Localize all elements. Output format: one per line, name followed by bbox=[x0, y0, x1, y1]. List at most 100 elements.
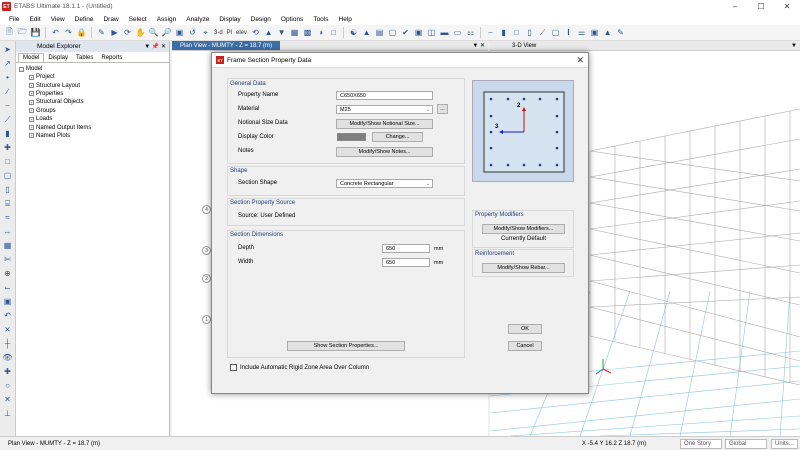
clear-selection-icon[interactable]: ⨯ bbox=[2, 324, 13, 335]
redo-icon[interactable]: ↷ bbox=[63, 27, 74, 38]
draw-column-strip-icon[interactable]: ▮ bbox=[2, 128, 13, 139]
concrete-design-icon[interactable]: ▣ bbox=[413, 27, 424, 38]
tab-model[interactable]: Model bbox=[18, 53, 45, 62]
draw-floor-icon[interactable]: □ bbox=[2, 156, 13, 167]
expand-icon[interactable]: + bbox=[29, 83, 34, 89]
slab-design-icon[interactable]: ⚏ bbox=[465, 27, 476, 38]
run-analysis-icon[interactable]: ▶ bbox=[109, 27, 120, 38]
units-button[interactable]: Units... bbox=[771, 438, 798, 449]
minimize-icon[interactable]: – bbox=[722, 0, 748, 13]
refresh-icon[interactable]: ⟳ bbox=[122, 27, 133, 38]
rotate-icon[interactable]: ⟲ bbox=[250, 27, 261, 38]
tree-node-loads[interactable]: + Loads bbox=[19, 115, 166, 123]
change-color-button[interactable]: Change... bbox=[372, 132, 423, 142]
steel-design-icon[interactable]: ◫ bbox=[426, 27, 437, 38]
tab-display[interactable]: Display bbox=[44, 54, 72, 62]
draw-rect-floor-icon[interactable]: ▢ bbox=[2, 170, 13, 181]
expand-icon[interactable]: + bbox=[29, 74, 34, 80]
expand-icon[interactable]: + bbox=[29, 91, 34, 97]
section-designer-icon[interactable]: ▢ bbox=[387, 27, 398, 38]
coordinate-system-select[interactable]: Global bbox=[725, 438, 767, 449]
maximize-icon[interactable]: ☐ bbox=[748, 0, 774, 13]
section-shape-select[interactable]: Concrete Rectangular ⌄ bbox=[336, 179, 433, 188]
display-options-icon[interactable]: ◑ bbox=[315, 27, 326, 38]
expand-icon[interactable]: + bbox=[29, 108, 34, 114]
menu-design[interactable]: Design bbox=[246, 16, 276, 23]
ok-button[interactable]: OK bbox=[508, 324, 542, 334]
open-file-icon[interactable]: 🗁 bbox=[17, 27, 28, 38]
tree-node-structural-objects[interactable]: + Structural Objects bbox=[19, 98, 166, 106]
tree-node-project[interactable]: + Project bbox=[19, 73, 166, 81]
expand-icon[interactable]: + bbox=[29, 125, 34, 131]
menu-select[interactable]: Select bbox=[124, 16, 152, 23]
tab-tables[interactable]: Tables bbox=[72, 54, 97, 62]
property-name-input[interactable]: C650X650 bbox=[336, 91, 433, 100]
material-ellipsis-button[interactable]: ... bbox=[437, 104, 448, 114]
elevation-view-button[interactable]: elev bbox=[235, 27, 248, 38]
menu-analyze[interactable]: Analyze bbox=[181, 16, 214, 23]
tree-node-named-plots[interactable]: + Named Plots bbox=[19, 132, 166, 140]
tree-node-model[interactable]: – Model bbox=[19, 65, 166, 73]
zoom-in-icon[interactable]: 🔍 bbox=[148, 27, 159, 38]
menu-draw[interactable]: Draw bbox=[98, 16, 123, 23]
draw-beam-strip-icon[interactable]: ⎯ bbox=[2, 100, 13, 111]
menu-options[interactable]: Options bbox=[276, 16, 308, 23]
rigid-zone-checkbox[interactable] bbox=[230, 364, 237, 371]
move-up-icon[interactable]: ▲ bbox=[263, 27, 274, 38]
tree-node-structure-layout[interactable]: + Structure Layout bbox=[19, 81, 166, 89]
modify-modifiers-button[interactable]: Modify/Show Modifiers... bbox=[482, 224, 565, 234]
show-undeformed-icon[interactable]: □ bbox=[328, 27, 339, 38]
select-pointer-icon[interactable]: ➤ bbox=[2, 44, 13, 55]
line-color-icon[interactable]: ✎ bbox=[615, 27, 626, 38]
undo-icon[interactable]: ↶ bbox=[50, 27, 61, 38]
panel-dropdown-icon[interactable]: ▼ bbox=[472, 43, 478, 49]
draw-link-icon[interactable]: ⌸ bbox=[2, 198, 13, 209]
expand-icon[interactable]: + bbox=[29, 133, 34, 139]
check-design-icon[interactable]: ✔ bbox=[400, 27, 411, 38]
notional-size-button[interactable]: Modify/Show Notional Size... bbox=[336, 119, 433, 129]
get-previous-selection-icon[interactable]: ↶ bbox=[2, 310, 13, 321]
snap-perpendicular-icon[interactable]: ⊥ bbox=[2, 408, 13, 419]
move-down-icon[interactable]: ▼ bbox=[276, 27, 287, 38]
tree-node-properties[interactable]: + Properties bbox=[19, 90, 166, 98]
zoom-window-icon[interactable]: ▣ bbox=[174, 27, 185, 38]
draw-frame-icon[interactable]: ∕ bbox=[2, 86, 13, 97]
close-icon[interactable]: ✕ bbox=[576, 55, 584, 66]
select-all-icon[interactable]: ▣ bbox=[2, 296, 13, 307]
draw-section-cut-icon[interactable]: ✄ bbox=[2, 254, 13, 265]
draw-reference-point-icon[interactable]: ⊕ bbox=[2, 268, 13, 279]
shear-wall-icon[interactable]: ▬ bbox=[439, 27, 450, 38]
draw-column-icon[interactable]: ▮ bbox=[498, 27, 509, 38]
notes-button[interactable]: Modify/Show Notes... bbox=[336, 147, 433, 157]
show-section-properties-button[interactable]: Show Section Properties... bbox=[287, 341, 405, 351]
reshape-pointer-icon[interactable]: ↗ bbox=[2, 58, 13, 69]
draw-wall-strip-icon[interactable]: ▯ bbox=[2, 184, 13, 195]
panel-dropdown-icon[interactable]: ▼ bbox=[144, 44, 150, 50]
tab-reports[interactable]: Reports bbox=[97, 54, 126, 62]
pan-icon[interactable]: ✋ bbox=[135, 27, 146, 38]
set-display-icon[interactable]: ▩ bbox=[302, 27, 313, 38]
width-input[interactable]: 650 bbox=[382, 258, 430, 267]
menu-view[interactable]: View bbox=[46, 16, 70, 23]
composite-icon[interactable]: ▭ bbox=[452, 27, 463, 38]
object-shrink-icon[interactable]: ▦ bbox=[289, 27, 300, 38]
zoom-fit-icon[interactable]: ⌖ bbox=[200, 27, 211, 38]
collapse-icon[interactable]: – bbox=[19, 66, 24, 72]
plan-view-tab[interactable]: Plan View - MUMTY - Z = 18.7 (m) bbox=[172, 41, 280, 50]
draw-beam-icon[interactable]: ⎯ bbox=[485, 27, 496, 38]
menu-display[interactable]: Display bbox=[214, 16, 245, 23]
text-tool-icon[interactable]: I bbox=[563, 27, 574, 38]
snap-points-icon[interactable]: ✚ bbox=[2, 366, 13, 377]
draw-joint-icon[interactable]: • bbox=[2, 72, 13, 83]
snap-options-icon[interactable]: ⌙ bbox=[2, 282, 13, 293]
pin-icon[interactable]: 📌 bbox=[152, 44, 159, 50]
draw-dimension-icon[interactable]: ↔ bbox=[2, 226, 13, 237]
pencil-icon[interactable]: ✎ bbox=[96, 27, 107, 38]
three-d-view-tab[interactable]: 3-D View bbox=[504, 41, 545, 50]
draw-brace-icon[interactable]: ⟋ bbox=[537, 27, 548, 38]
menu-assign[interactable]: Assign bbox=[152, 16, 182, 23]
tree-node-named-output-items[interactable]: + Named Output Items bbox=[19, 123, 166, 131]
menu-define[interactable]: Define bbox=[70, 16, 99, 23]
frame-color-icon[interactable]: ▣ bbox=[589, 27, 600, 38]
draw-area-icon[interactable]: □ bbox=[511, 27, 522, 38]
